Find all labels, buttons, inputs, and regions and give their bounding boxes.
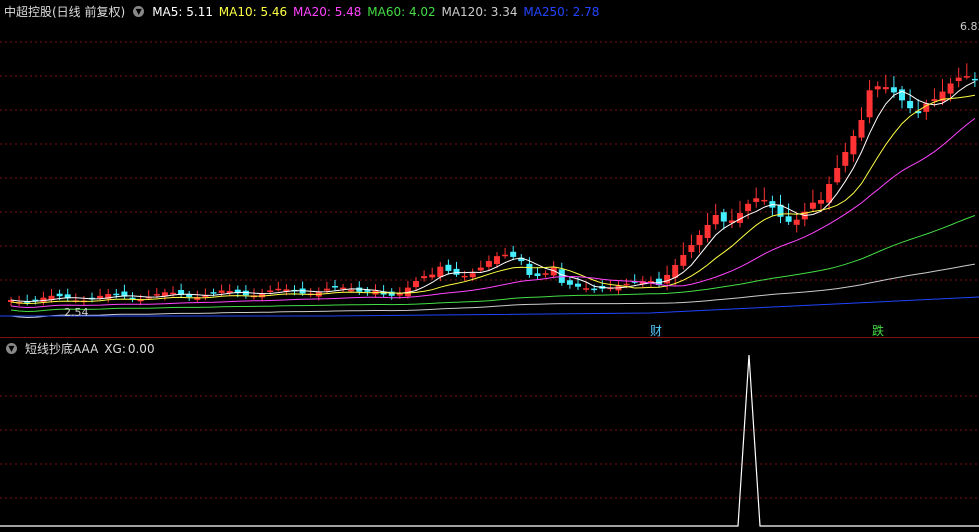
candle-body [882,87,889,90]
candlestick-chart[interactable] [0,0,979,337]
candle-body [664,275,671,284]
candle-body [267,290,274,292]
candle-body [510,251,517,257]
chevron-down-icon[interactable]: ▼ [6,343,17,354]
candle-body [761,199,768,202]
candle-body [955,77,962,81]
chevron-down-icon[interactable]: ▼ [133,6,145,17]
candle-body [793,219,800,225]
candle-body [704,225,711,238]
candle-body [866,90,873,118]
ma-legend-item: MA20: 5.48 [293,4,366,19]
candle-body [745,203,752,211]
candle-body [332,286,338,288]
ma-legend-item: MA10: 5.46 [218,4,292,19]
candle-body [688,245,695,253]
candle-body [542,273,549,275]
candle-body [218,290,225,293]
candle-body [720,212,727,222]
candle-body [931,99,938,102]
candle-body [170,292,176,295]
candle-body [753,198,760,202]
candle-body [566,280,573,285]
candle-body [907,100,914,109]
candle-body [680,255,687,266]
ma-legend-item: MA5: 5.11 [152,4,217,19]
candle-body [696,235,703,245]
candle-body [842,152,849,166]
candle-body [583,288,590,290]
candle-body [947,83,954,94]
candle-body [850,136,857,155]
xg-signal-line [0,354,979,527]
candle-body [558,269,565,283]
candle-body [826,184,833,203]
candle-body [323,288,330,291]
ma-legend-item: MA250: 2.78 [523,4,600,19]
ma20-line [10,118,976,309]
candle-body [712,215,719,225]
candle-body [275,288,282,291]
indicator-header: ▼ 短线抄底AAA XG: 0.00 [4,340,155,357]
candle-body [477,267,484,271]
candle-body [153,294,160,296]
xg-label: XG: [104,341,126,356]
price-low-label: 2.54 [64,306,89,319]
candle-body [809,202,816,209]
candle-body [437,266,444,278]
indicator-pane[interactable]: ▼ 短线抄底AAA XG: 0.00 [0,338,979,532]
ma-legend-item: MA120: 3.34 [441,4,522,19]
xg-value: 0.00 [127,341,155,356]
candle-body [461,275,468,278]
candle-body [421,276,428,279]
candle-body [785,216,792,222]
candle-body [210,292,217,294]
candle-body [971,78,978,81]
candle-body [469,273,476,278]
candle-body [364,290,371,292]
candle-body [534,273,541,276]
candle-body [502,254,509,257]
candle-body [445,264,452,271]
ma120-line [10,263,975,319]
candle-body [874,86,881,90]
candle-body [858,120,865,138]
candle-body [485,261,492,267]
candle-body [834,168,841,183]
ma-legend: MA5: 5.11 MA10: 5.46 MA20: 5.48 MA60: 4.… [152,5,601,19]
indicator-name: 短线抄底AAA [25,342,99,356]
candle-body [356,287,363,292]
candle-body [575,283,581,287]
ma-legend-item: MA60: 4.02 [367,4,440,19]
candle-body [818,200,824,204]
candle-body [526,263,533,275]
candle-body [413,281,419,288]
candle-body [340,287,347,290]
main-chart-pane[interactable]: 中超控股(日线 前复权) ▼ MA5: 5.11 MA10: 5.46 MA20… [0,0,979,338]
candle-body [623,283,630,286]
candle-body [429,274,436,278]
candle-body [494,256,500,265]
candle-body [113,293,120,296]
candle-body [56,293,63,297]
candle-body [453,268,460,275]
candle-body [97,295,104,299]
candle-body [348,289,355,292]
candle-body [963,76,970,78]
stock-title: 中超控股(日线 前复权) [4,5,126,19]
indicator-chart[interactable] [0,338,979,532]
candle-body [591,288,598,291]
main-header: 中超控股(日线 前复权) ▼ MA5: 5.11 MA10: 5.46 MA20… [4,3,601,20]
candle-body [890,87,897,93]
price-high-label: 6.83 [960,20,979,33]
